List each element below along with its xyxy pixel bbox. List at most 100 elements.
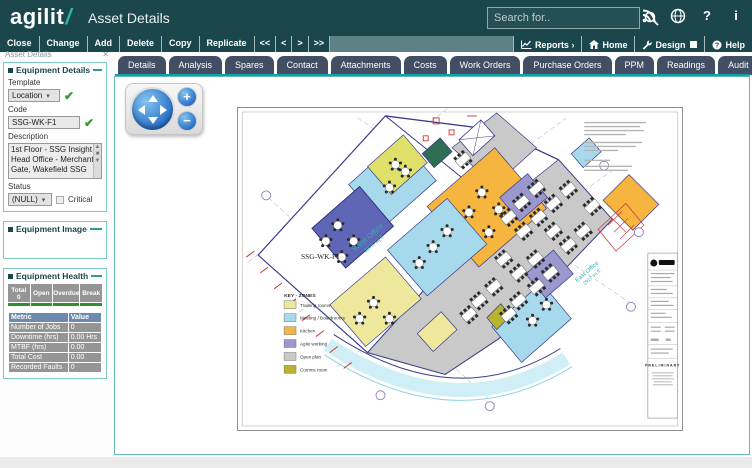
pan-right-icon[interactable] [160,105,167,115]
template-label: Template [8,78,102,87]
tab-analysis[interactable]: Analysis [169,56,223,75]
health-total-label: Total [8,287,30,294]
equipment-health-panel: Equipment Health Total0 Open Overdue Bre… [3,268,107,379]
value-cell: 0 [69,363,101,372]
health-open-bar [31,303,53,306]
app-logo[interactable]: agilit/ [10,4,72,30]
status-select[interactable]: (NULL) ▾ [8,193,52,206]
code-input[interactable] [8,116,80,129]
equipment-image-placeholder [8,237,102,253]
health-box-break[interactable]: Break [80,284,102,306]
equipment-details-panel: Equipment Details Template Location ▾ ✔ … [3,62,107,212]
tab-costs[interactable]: Costs [404,56,447,75]
tab-attachments[interactable]: Attachments [331,56,401,75]
tab-spares[interactable]: Spares [225,56,274,75]
help-icon[interactable]: ? [699,8,715,24]
title-block: PRELIMINARY [645,253,680,418]
health-box-total[interactable]: Total0 [8,284,30,306]
health-box-open[interactable]: Open [31,284,53,306]
next-record-button[interactable]: > [292,36,308,52]
table-row: MTBF (hrs) 0.00 [9,343,101,352]
toolbar-right-group: Reports › Home Design ? Help [513,36,752,52]
tab-ppm[interactable]: PPM [615,56,655,75]
window-tab-label: Asset Details [5,50,52,59]
floor-plan-drawing: West Office 4975 sq ft East Office 2917 … [238,108,682,430]
floor-plan-sheet[interactable]: West Office 4975 sq ft East Office 2917 … [237,107,683,431]
home-button[interactable]: Home [581,36,634,52]
info-icon[interactable]: i [728,8,744,24]
pan-left-icon[interactable] [138,105,145,115]
asset-details-page: agilit/ Asset Details ? i Close Change A… [0,0,752,468]
svg-text:Meeting / Boardrooms: Meeting / Boardrooms [300,316,346,321]
page-footer-strip [0,457,752,468]
window-tab[interactable]: Asset Details ✕ [5,50,109,59]
design-checkbox[interactable] [690,41,697,48]
first-record-button[interactable]: << [255,36,277,52]
asset-map-panel: + − [114,76,750,455]
tab-readings[interactable]: Readings [657,56,715,75]
template-valid-icon: ✔ [64,91,74,101]
table-row: Total Cost 0.00 [9,353,101,362]
status-value: (NULL) [12,195,38,204]
previous-record-button[interactable]: < [276,36,292,52]
replicate-button[interactable]: Replicate [200,36,255,52]
template-select[interactable]: Location ▾ [8,89,60,102]
code-label: Code [8,105,102,114]
metric-cell: Recorded Faults [9,363,68,372]
health-box-overdue[interactable]: Overdue [53,284,79,306]
svg-text:?: ? [715,42,719,49]
status-label: Status [8,182,102,191]
copy-button[interactable]: Copy [162,36,200,52]
description-scrollbar[interactable]: ▲■▼ [93,144,101,178]
equipment-image-panel: Equipment Image [3,221,107,259]
svg-text:Kitchen: Kitchen [300,329,316,334]
home-label: Home [602,40,627,50]
health-boxes: Total0 Open Overdue Break [8,284,102,306]
last-record-button[interactable]: >> [309,36,331,52]
critical-checkbox[interactable] [56,196,64,204]
window-tab-close-icon[interactable]: ✕ [102,50,109,59]
toolbar-help-button[interactable]: ? Help [704,36,752,52]
metric-cell: Total Cost [9,353,68,362]
chart-icon [521,40,532,49]
tab-work-orders[interactable]: Work Orders [450,56,521,75]
app-header: agilit/ Asset Details ? i [0,0,752,36]
tab-audit[interactable]: Audit [718,56,752,75]
value-cell: 0.00 Hrs [69,333,101,342]
zoom-in-button[interactable]: + [177,87,197,107]
chevron-down-icon: ▾ [46,92,50,100]
health-overdue-bar [53,303,79,306]
design-button[interactable]: Design [634,36,704,52]
reports-button[interactable]: Reports › [513,36,582,52]
description-textarea[interactable]: 1st Floor - SSG Insight Head Office - Me… [8,143,102,179]
sidebar: Equipment Details Template Location ▾ ✔ … [3,62,107,388]
pan-dpad[interactable] [130,87,175,132]
metrics-table: Metric Value Number of Jobs 0 Downtime (… [8,312,102,373]
health-overdue-label: Overdue [53,290,79,297]
svg-text:Open plan: Open plan [300,354,322,359]
tab-purchase-orders[interactable]: Purchase Orders [523,56,611,75]
globe-icon[interactable] [670,8,686,24]
code-valid-icon: ✔ [84,118,94,128]
map-navigation-control: + − [125,83,203,135]
preliminary-stamp: PRELIMINARY [645,363,680,367]
tab-details[interactable]: Details [118,56,166,75]
value-cell: 0.00 [69,353,101,362]
svg-text:Agile working: Agile working [300,342,328,347]
metric-cell: Downtime (hrs) [9,333,68,342]
tab-contact[interactable]: Contact [277,56,328,75]
health-total-bar [8,303,30,306]
value-header: Value [69,313,101,322]
table-row: Downtime (hrs) 0.00 Hrs [9,333,101,342]
health-break-bar [80,303,102,306]
zoom-out-button[interactable]: − [177,111,197,131]
pan-up-icon[interactable] [148,95,158,102]
pan-down-icon[interactable] [148,117,158,124]
search-input[interactable] [488,12,642,24]
rss-icon[interactable] [641,8,657,24]
action-toolbar: Close Change Add Delete Copy Replicate <… [0,36,752,52]
template-value: Location [12,91,42,100]
critical-label: Critical [68,195,92,204]
reports-label: Reports › [535,40,575,50]
delete-button[interactable]: Delete [120,36,162,52]
